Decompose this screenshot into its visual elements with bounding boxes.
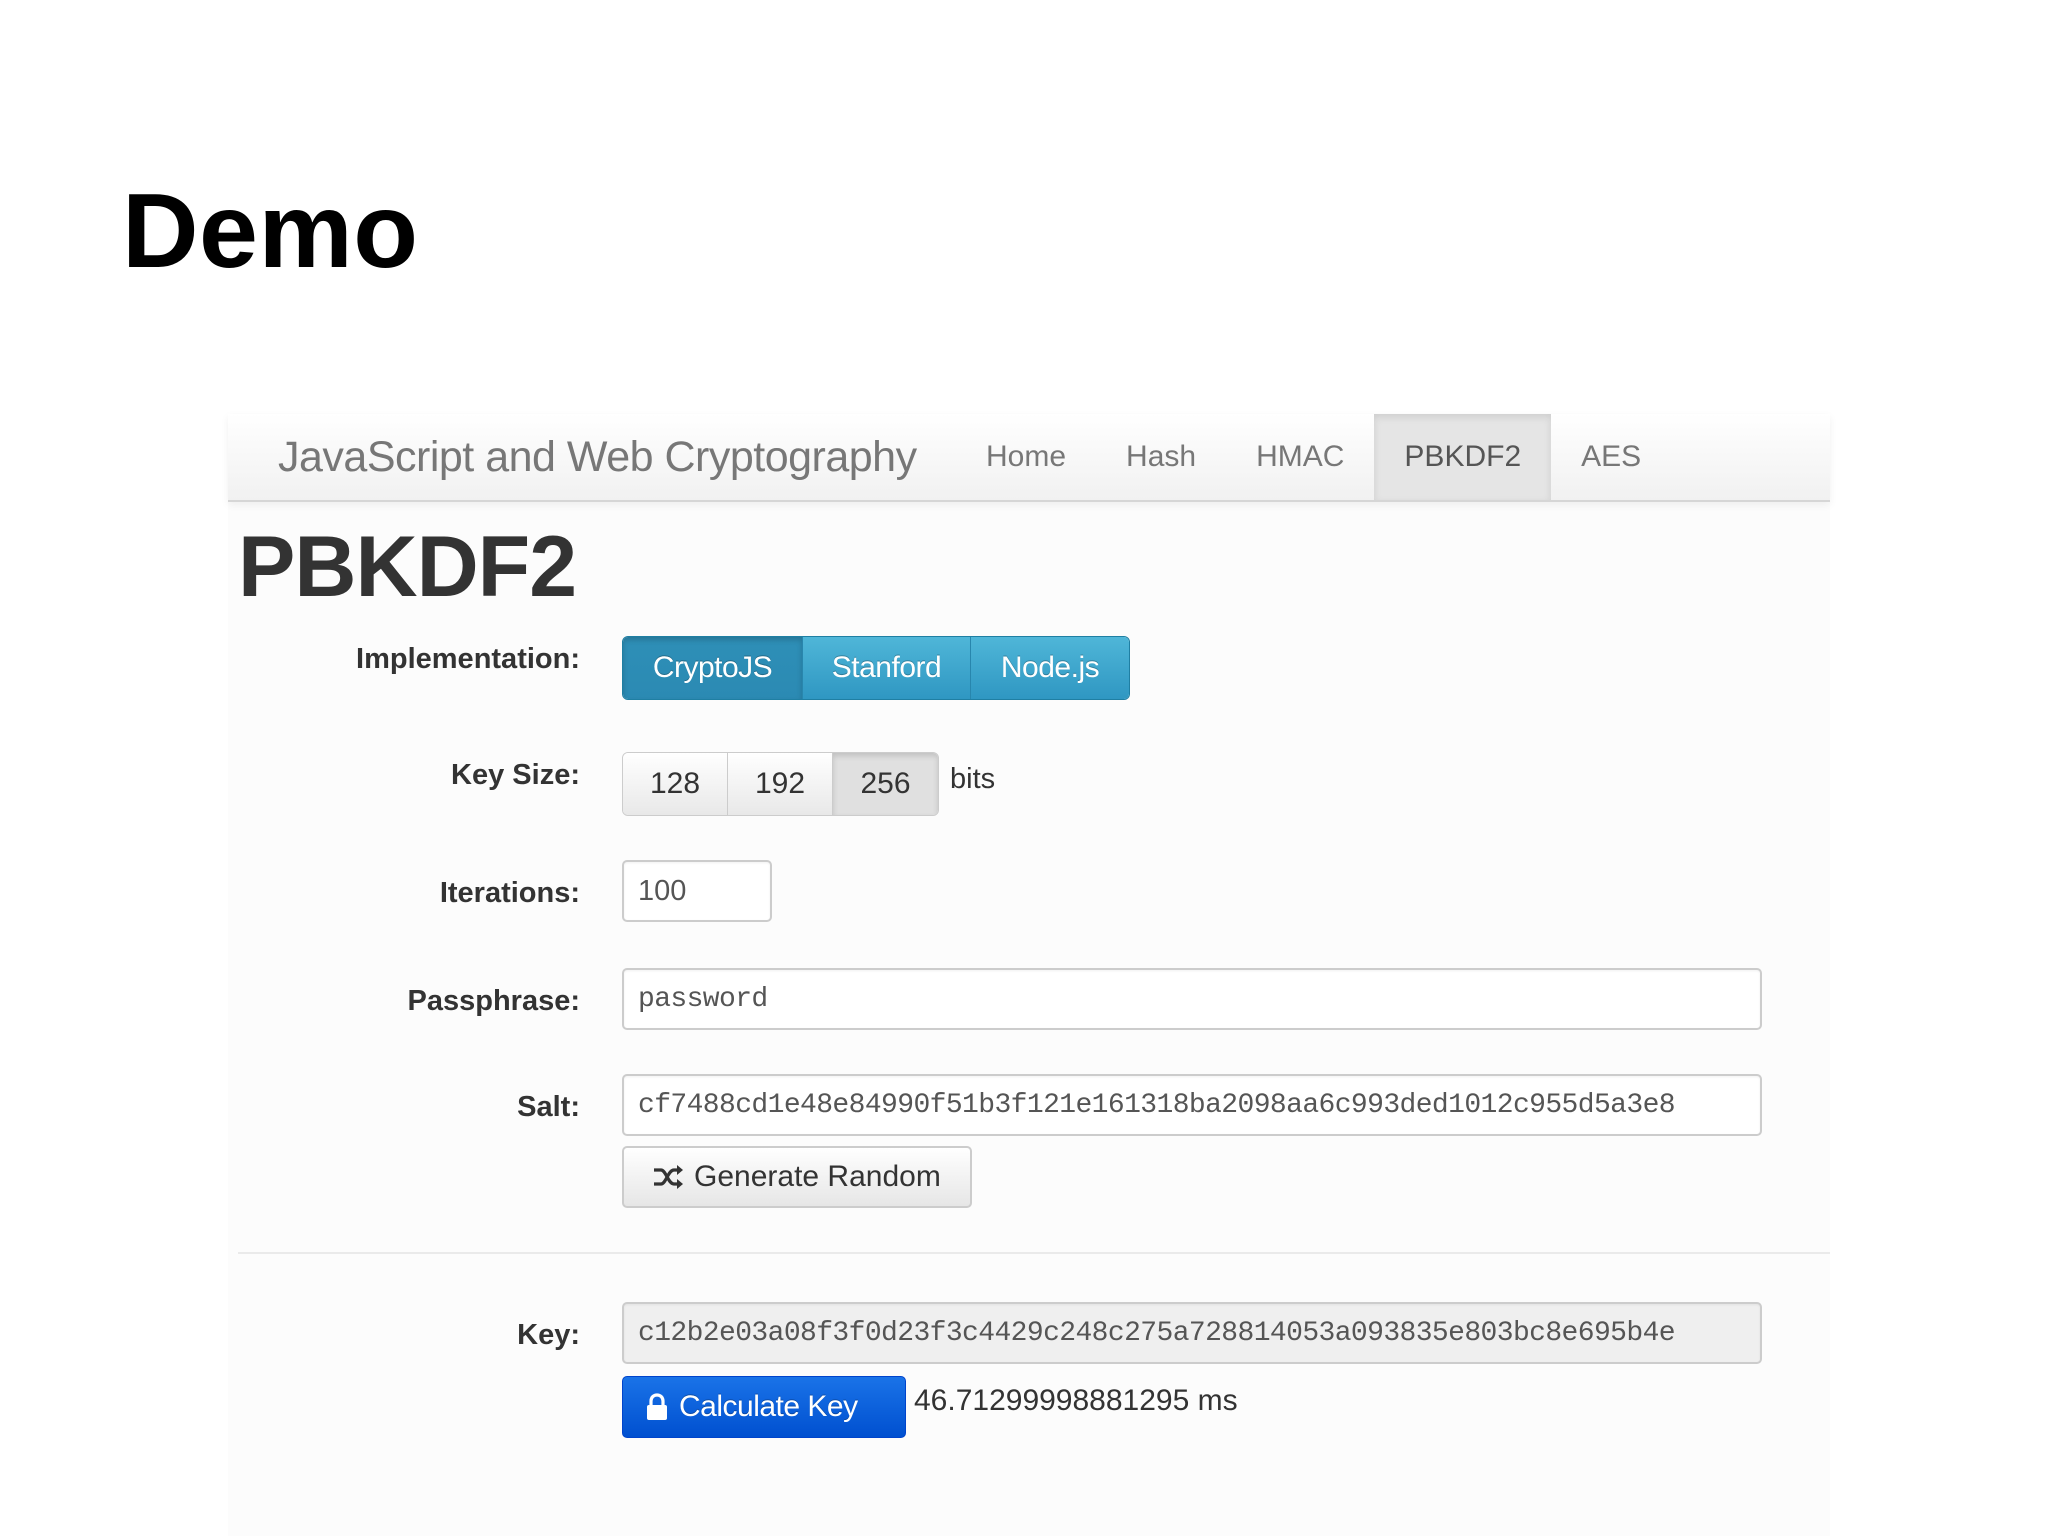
implementation-nodejs-button[interactable]: Node.js [971,637,1129,699]
implementation-label: Implementation: [356,643,580,675]
lock-icon [645,1393,669,1421]
elapsed-time: 46.71299998881295 ms [914,1384,1238,1417]
key-size-192-button[interactable]: 192 [728,753,833,815]
nav-item-pbkdf2[interactable]: PBKDF2 [1374,414,1552,500]
navbar-brand[interactable]: JavaScript and Web Cryptography [278,432,917,482]
navbar: JavaScript and Web Cryptography Home Has… [228,414,1830,502]
key-size-button-group: 128 192 256 [622,752,939,816]
page-title: PBKDF2 [238,519,577,615]
slide-title: Demo [122,172,419,290]
implementation-cryptojs-button[interactable]: CryptoJS [623,637,803,699]
generate-random-button[interactable]: Generate Random [622,1146,972,1208]
shuffle-icon [652,1164,684,1190]
implementation-stanford-button[interactable]: Stanford [803,637,971,699]
key-label: Key: [517,1319,580,1351]
nav-menu: Home Hash HMAC PBKDF2 AES [956,414,1671,500]
passphrase-label: Passphrase: [407,985,581,1017]
iterations-input[interactable]: 100 [622,860,772,922]
form-divider [238,1252,1830,1254]
key-output[interactable]: c12b2e03a08f3f0d23f3c4429c248c275a728814… [622,1302,1762,1364]
calculate-key-label: Calculate Key [679,1390,858,1423]
nav-item-hash[interactable]: Hash [1096,414,1226,500]
iterations-label: Iterations: [439,877,580,909]
key-size-128-button[interactable]: 128 [623,753,728,815]
generate-random-label: Generate Random [694,1160,941,1193]
calculate-key-button[interactable]: Calculate Key [622,1376,906,1438]
app-window: JavaScript and Web Cryptography Home Has… [228,414,1830,1536]
key-size-256-button[interactable]: 256 [833,753,938,815]
salt-input[interactable]: cf7488cd1e48e84990f51b3f121e161318ba2098… [622,1074,1762,1136]
implementation-button-group: CryptoJS Stanford Node.js [622,636,1130,700]
key-size-units: bits [950,763,996,795]
nav-item-home[interactable]: Home [956,414,1096,500]
nav-item-hmac[interactable]: HMAC [1226,414,1374,500]
nav-item-aes[interactable]: AES [1551,414,1671,500]
passphrase-input[interactable]: password [622,968,1762,1030]
salt-label: Salt: [517,1091,580,1123]
key-size-label: Key Size: [451,759,580,791]
